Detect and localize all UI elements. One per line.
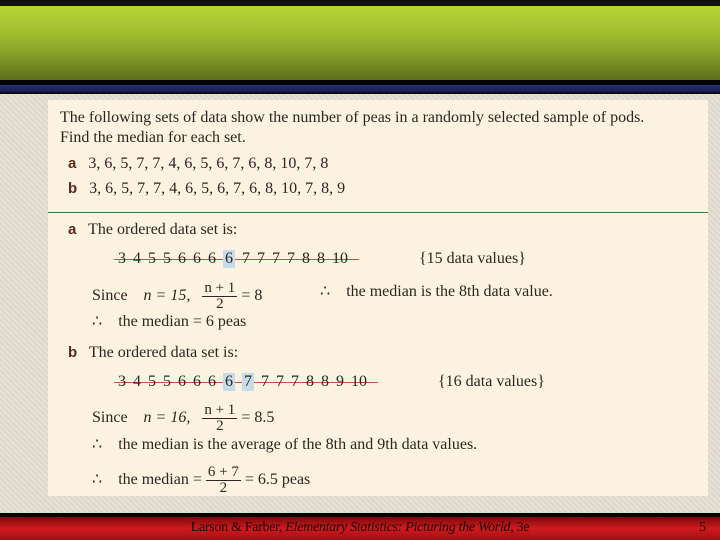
- conclusion-b2: ∴ the median = 6 + 72 = 6.5 peas: [92, 465, 310, 496]
- conclusion-b2-post: = 6.5 peas: [244, 471, 311, 489]
- data-value: 9: [336, 373, 344, 390]
- conclusion-b2-pre: the median =: [118, 471, 202, 489]
- footer-edition: , 3e: [510, 520, 530, 535]
- data-value: 6: [208, 373, 216, 390]
- data-value: 6: [208, 250, 216, 267]
- fraction-b-result: = 8.5: [241, 409, 275, 427]
- data-value: 6: [178, 373, 186, 390]
- data-value: 5: [163, 250, 171, 267]
- data-value: 8: [317, 250, 325, 267]
- since-a: Since n = 15, n + 12 = 8: [92, 281, 262, 312]
- conclusion-a1: ∴ the median is the 8th data value.: [320, 283, 553, 301]
- conclusion-b1-text: the median is the average of the 8th and…: [118, 436, 478, 453]
- solution-b-label: b: [68, 344, 78, 361]
- footer-citation: Larson & Farber, Elementary Statistics: …: [0, 520, 720, 536]
- data-value: 6: [193, 373, 201, 390]
- data-value: 7: [276, 373, 284, 390]
- footer-book: Elementary Statistics: Picturing the Wor…: [285, 520, 511, 535]
- conclusion-a2-text: the median = 6 peas: [118, 313, 247, 330]
- fraction-a-num: n + 1: [202, 280, 238, 297]
- data-value: 7: [242, 250, 250, 267]
- therefore-icon: ∴: [92, 436, 103, 453]
- solution-a-label: a: [68, 221, 77, 238]
- fraction-b2-num: 6 + 7: [205, 464, 241, 481]
- problem-a: a 3, 6, 5, 7, 7, 4, 6, 5, 6, 7, 6, 8, 10…: [68, 155, 328, 173]
- data-value: 7: [291, 373, 299, 390]
- data-value: 7: [261, 373, 269, 390]
- data-value: 5: [148, 250, 156, 267]
- data-value: 3: [118, 250, 126, 267]
- conclusion-a2: ∴ the median = 6 peas: [92, 313, 246, 331]
- fraction-b-den: 2: [216, 418, 224, 434]
- problem-b-data: 3, 6, 5, 7, 7, 4, 6, 5, 6, 7, 6, 8, 10, …: [89, 180, 346, 197]
- data-value: 5: [163, 373, 171, 390]
- n-equation-a: n = 15,: [143, 287, 191, 305]
- data-value: 10: [351, 373, 367, 390]
- solution-a-heading: a The ordered data set is:: [68, 221, 237, 239]
- part-a-label: a: [68, 155, 77, 172]
- since-a-label: Since: [92, 287, 128, 305]
- data-value: 8: [306, 373, 314, 390]
- n-equation-b: n = 16,: [143, 409, 191, 427]
- page-number: 5: [699, 520, 706, 535]
- data-value: 6: [193, 250, 201, 267]
- ordered-dataset-b: 3 4 5 5 6 6 6 6 7 7 7 7 8 8 9 10: [114, 373, 378, 391]
- problem-line2: Find the median for each set.: [60, 129, 246, 146]
- separator-navy: [0, 85, 720, 92]
- data-value: 7: [257, 250, 265, 267]
- conclusion-b1: ∴ the median is the average of the 8th a…: [92, 436, 477, 454]
- conclusion-a1-text: the median is the 8th data value.: [346, 283, 553, 300]
- solution-b-heading: b The ordered data set is:: [68, 344, 238, 362]
- fraction-a-den: 2: [216, 296, 224, 312]
- fraction-b2-den: 2: [219, 480, 228, 496]
- title-band: [0, 6, 720, 80]
- median-value: 7: [242, 373, 254, 391]
- fraction-a: n + 12: [202, 280, 238, 312]
- data-value: 8: [321, 373, 329, 390]
- fraction-b-num: n + 1: [202, 402, 238, 419]
- therefore-icon: ∴: [320, 283, 331, 300]
- therefore-icon: ∴: [92, 313, 103, 330]
- section-divider: [48, 212, 708, 213]
- fraction-b2: 6 + 72: [205, 464, 241, 496]
- problem-a-data: 3, 6, 5, 7, 7, 4, 6, 5, 6, 7, 6, 8, 10, …: [88, 155, 329, 172]
- problem-line1: The following sets of data show the numb…: [60, 109, 645, 126]
- data-value: 10: [332, 250, 348, 267]
- solution-a-heading-text: The ordered data set is:: [88, 221, 238, 238]
- data-value: 7: [272, 250, 280, 267]
- therefore-icon: ∴: [92, 471, 103, 489]
- ordered-dataset-a: 3 4 5 5 6 6 6 6 7 7 7 7 8 8 10: [114, 250, 359, 268]
- data-value: 8: [302, 250, 310, 267]
- part-b-label: b: [68, 180, 78, 197]
- data-value: 4: [133, 250, 141, 267]
- solution-b-heading-text: The ordered data set is:: [88, 344, 239, 361]
- data-value: 5: [148, 373, 156, 390]
- count-note-b: {16 data values}: [438, 373, 545, 390]
- data-value: 6: [178, 250, 186, 267]
- data-value: 7: [287, 250, 295, 267]
- footer-author: Larson & Farber,: [190, 520, 286, 535]
- content-panel: The following sets of data show the numb…: [48, 100, 708, 496]
- data-value: 4: [133, 373, 141, 390]
- since-b: Since n = 16, n + 12 = 8.5: [92, 403, 274, 434]
- problem-b: b 3, 6, 5, 7, 7, 4, 6, 5, 6, 7, 6, 8, 10…: [68, 180, 345, 198]
- data-value: 3: [118, 373, 126, 390]
- since-b-label: Since: [92, 409, 128, 427]
- fraction-a-result: = 8: [241, 287, 263, 305]
- median-value: 6: [223, 250, 235, 268]
- count-note-a: {15 data values}: [419, 250, 526, 267]
- median-value: 6: [223, 373, 235, 391]
- fraction-b: n + 12: [202, 402, 238, 434]
